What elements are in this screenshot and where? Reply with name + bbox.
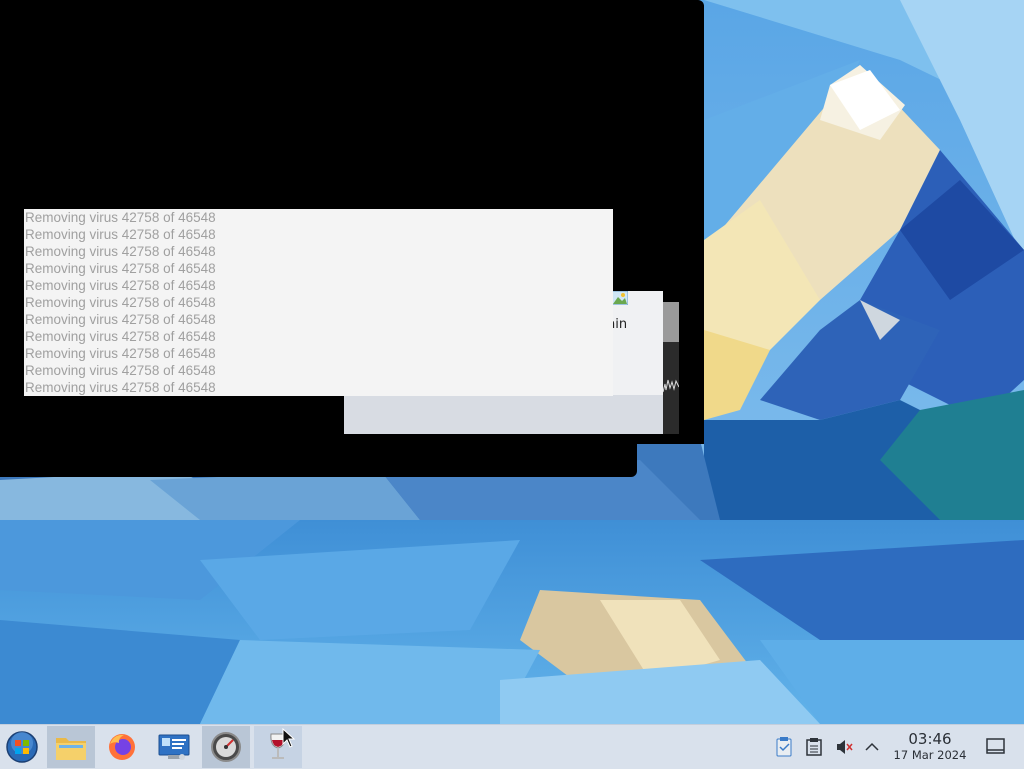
start-orb-icon bbox=[6, 731, 38, 763]
taskbar: 03:46 17 Mar 2024 bbox=[0, 724, 1024, 769]
mouse-cursor bbox=[282, 728, 296, 748]
virus-status-line: Removing virus 42758 of 46548 bbox=[25, 295, 216, 310]
clock-date: 17 Mar 2024 bbox=[893, 748, 967, 762]
tray-clipboard[interactable] bbox=[804, 737, 824, 757]
virus-status-line: Removing virus 42758 of 46548 bbox=[25, 329, 216, 344]
start-button[interactable] bbox=[0, 726, 44, 768]
taskbar-clock[interactable]: 03:46 17 Mar 2024 bbox=[884, 730, 976, 763]
taskbar-app-control-panel[interactable] bbox=[152, 726, 196, 768]
taskbar-app-speedometer[interactable] bbox=[202, 726, 250, 768]
black-window-lower-edge bbox=[0, 440, 637, 477]
clock-time: 03:46 bbox=[908, 730, 952, 748]
tray-clipboard-notes[interactable] bbox=[774, 737, 794, 757]
taskbar-app-firefox[interactable] bbox=[100, 726, 144, 768]
virus-status-line: Removing virus 42758 of 46548 bbox=[25, 261, 216, 276]
tray-volume[interactable] bbox=[834, 737, 854, 757]
virus-status-line: Removing virus 42758 of 46548 bbox=[25, 210, 216, 225]
picture-icon bbox=[612, 291, 628, 305]
clipboard-notes-icon bbox=[776, 737, 792, 757]
gauge-icon bbox=[211, 732, 241, 762]
virus-status-line: Removing virus 42758 of 46548 bbox=[25, 380, 216, 395]
virus-removal-panel: Removing virus 42758 of 46548 Removing v… bbox=[24, 209, 613, 396]
virus-status-line: Removing virus 42758 of 46548 bbox=[25, 227, 216, 242]
monitor-icon bbox=[158, 734, 190, 760]
tray-expand[interactable] bbox=[862, 737, 882, 757]
virus-status-line: Removing virus 42758 of 46548 bbox=[25, 244, 216, 259]
partially-hidden-window bbox=[663, 302, 679, 434]
show-desktop-icon bbox=[986, 738, 1005, 754]
waveform-graphic bbox=[663, 379, 679, 393]
show-desktop-button[interactable] bbox=[986, 737, 1008, 757]
taskbar-app-file-manager[interactable] bbox=[47, 726, 95, 768]
folder-icon bbox=[56, 738, 86, 760]
virus-status-line: Removing virus 42758 of 46548 bbox=[25, 278, 216, 293]
chevron-up-icon bbox=[865, 742, 879, 751]
virus-status-line: Removing virus 42758 of 46548 bbox=[25, 346, 216, 361]
hidden-window-header bbox=[663, 302, 679, 342]
firefox-icon bbox=[109, 734, 135, 760]
virus-status-line: Removing virus 42758 of 46548 bbox=[25, 363, 216, 378]
virus-status-line: Removing virus 42758 of 46548 bbox=[25, 312, 216, 327]
clipboard-icon bbox=[806, 738, 822, 756]
volume-muted-icon bbox=[837, 740, 853, 754]
